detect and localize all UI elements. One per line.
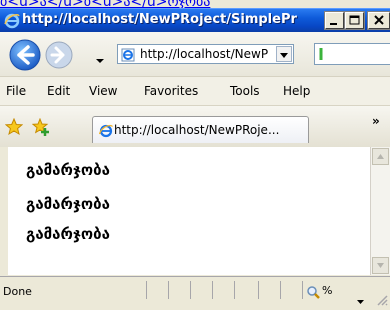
minimize-button[interactable] [324, 11, 345, 30]
browser-tab[interactable]: http://localhost/NewPRoje... [92, 116, 309, 143]
zoom-dropdown-icon[interactable] [357, 289, 364, 304]
tab-ie-icon [98, 123, 114, 138]
status-pane [280, 281, 302, 299]
maximize-button[interactable] [344, 11, 365, 30]
menu-favorites[interactable]: Favorites [144, 84, 198, 98]
menu-tools[interactable]: Tools [230, 84, 260, 98]
menu-edit[interactable]: Edit [47, 84, 70, 98]
address-dropdown-button[interactable] [276, 46, 292, 62]
vertical-scrollbar[interactable] [370, 147, 390, 275]
content-line-1: გამარჯობა [26, 161, 110, 179]
address-text[interactable]: http://localhost/NewP [140, 47, 272, 61]
close-button[interactable] [367, 11, 390, 30]
content-line-3: გამარჯობა [26, 225, 110, 243]
status-pane [190, 281, 212, 299]
menu-bar: File Edit View Favorites Tools Help [0, 77, 390, 106]
status-text: Done [3, 285, 32, 298]
tab-label: http://localhost/NewPRoje... [114, 123, 280, 137]
zoom-magnifier-icon[interactable] [306, 284, 320, 299]
menu-view[interactable]: View [89, 84, 117, 98]
address-bar[interactable]: http://localhost/NewP [117, 44, 294, 64]
menu-help[interactable]: Help [283, 84, 310, 98]
navigation-bar: http://localhost/NewP [0, 32, 390, 77]
recent-pages-dropdown-icon[interactable] [96, 50, 104, 63]
status-pane [168, 281, 190, 299]
status-pane [146, 281, 168, 299]
forward-button[interactable] [44, 40, 74, 70]
add-favorite-icon[interactable] [31, 117, 50, 136]
page-content: გამარჯობა გამარჯობა გამარჯობა [8, 147, 370, 275]
back-button[interactable] [8, 38, 42, 72]
zoom-level[interactable]: % [322, 284, 332, 297]
content-line-2: გამარჯობა [26, 195, 110, 213]
page-icon [121, 47, 135, 62]
menu-file[interactable]: File [6, 84, 26, 98]
ie-icon [4, 13, 20, 29]
status-pane [258, 281, 280, 299]
status-bar: Done % [0, 276, 390, 306]
background-link-text[interactable]: ბ<u>ა</u>ბ<u>ა</u>რჯობა [0, 0, 210, 10]
content-left-edge [0, 147, 8, 275]
favorites-tab-bar: http://localhost/NewPRoje... » [0, 106, 390, 148]
favorites-star-icon[interactable] [4, 117, 24, 136]
window-title: http://localhost/NewPRoject/SimplePr [22, 12, 297, 27]
status-pane [234, 281, 258, 299]
title-bar[interactable]: http://localhost/NewPRoject/SimplePr [0, 8, 390, 32]
more-chevron-icon[interactable]: » [372, 114, 380, 128]
resize-grip-icon[interactable] [376, 291, 388, 306]
go-refresh-area[interactable] [314, 43, 390, 65]
status-pane [212, 281, 234, 299]
scroll-up-button[interactable] [372, 148, 389, 165]
scroll-down-button[interactable] [372, 257, 389, 274]
